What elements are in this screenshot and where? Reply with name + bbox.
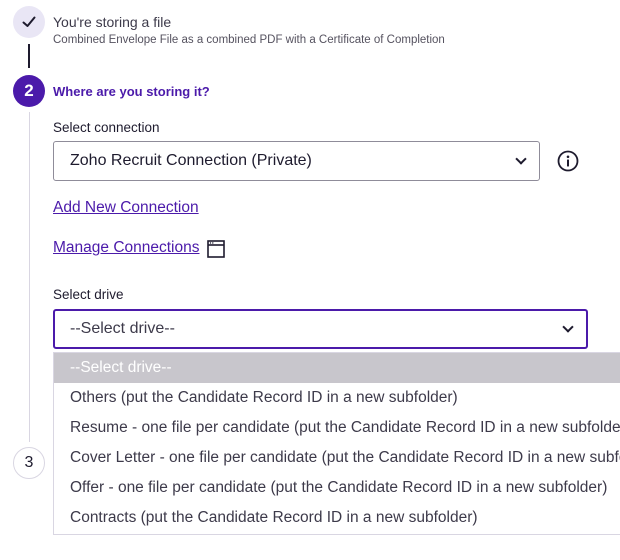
step-1-title: You're storing a file xyxy=(53,14,172,30)
chevron-down-icon xyxy=(562,321,574,333)
checkmark-icon xyxy=(22,16,36,27)
step-2-title: Where are you storing it? xyxy=(53,84,210,99)
select-drive-label: Select drive xyxy=(53,287,124,302)
step-1-subtitle: Combined Envelope File as a combined PDF… xyxy=(53,34,445,46)
step-3-indicator: 3 xyxy=(13,447,45,479)
drive-option[interactable]: Offer - one file per candidate (put the … xyxy=(54,473,620,503)
drive-option[interactable]: Cover Letter - one file per candidate (p… xyxy=(54,443,620,473)
drive-option[interactable]: Others (put the Candidate Record ID in a… xyxy=(54,383,620,413)
drive-select[interactable]: --Select drive-- xyxy=(53,309,588,349)
drive-dropdown-list: --Select drive-- Others (put the Candida… xyxy=(53,352,620,535)
add-new-connection-link[interactable]: Add New Connection xyxy=(53,199,199,217)
drive-select-value: --Select drive-- xyxy=(70,320,175,337)
step-2-indicator: 2 xyxy=(13,75,45,107)
connection-select-value: Zoho Recruit Connection (Private) xyxy=(70,152,312,169)
drive-option[interactable]: --Select drive-- xyxy=(54,353,620,383)
select-connection-label: Select connection xyxy=(53,120,160,135)
window-icon[interactable] xyxy=(207,240,225,258)
drive-option[interactable]: Resume - one file per candidate (put the… xyxy=(54,413,620,443)
step-1-complete-indicator xyxy=(13,6,45,38)
drive-option[interactable]: Contracts (put the Candidate Record ID i… xyxy=(54,503,620,533)
info-icon[interactable] xyxy=(557,150,579,172)
connection-select[interactable]: Zoho Recruit Connection (Private) xyxy=(53,141,540,181)
manage-connections-link[interactable]: Manage Connections xyxy=(53,239,200,257)
step-connector xyxy=(28,44,30,68)
step-connector xyxy=(29,112,30,442)
chevron-down-icon xyxy=(515,153,527,165)
